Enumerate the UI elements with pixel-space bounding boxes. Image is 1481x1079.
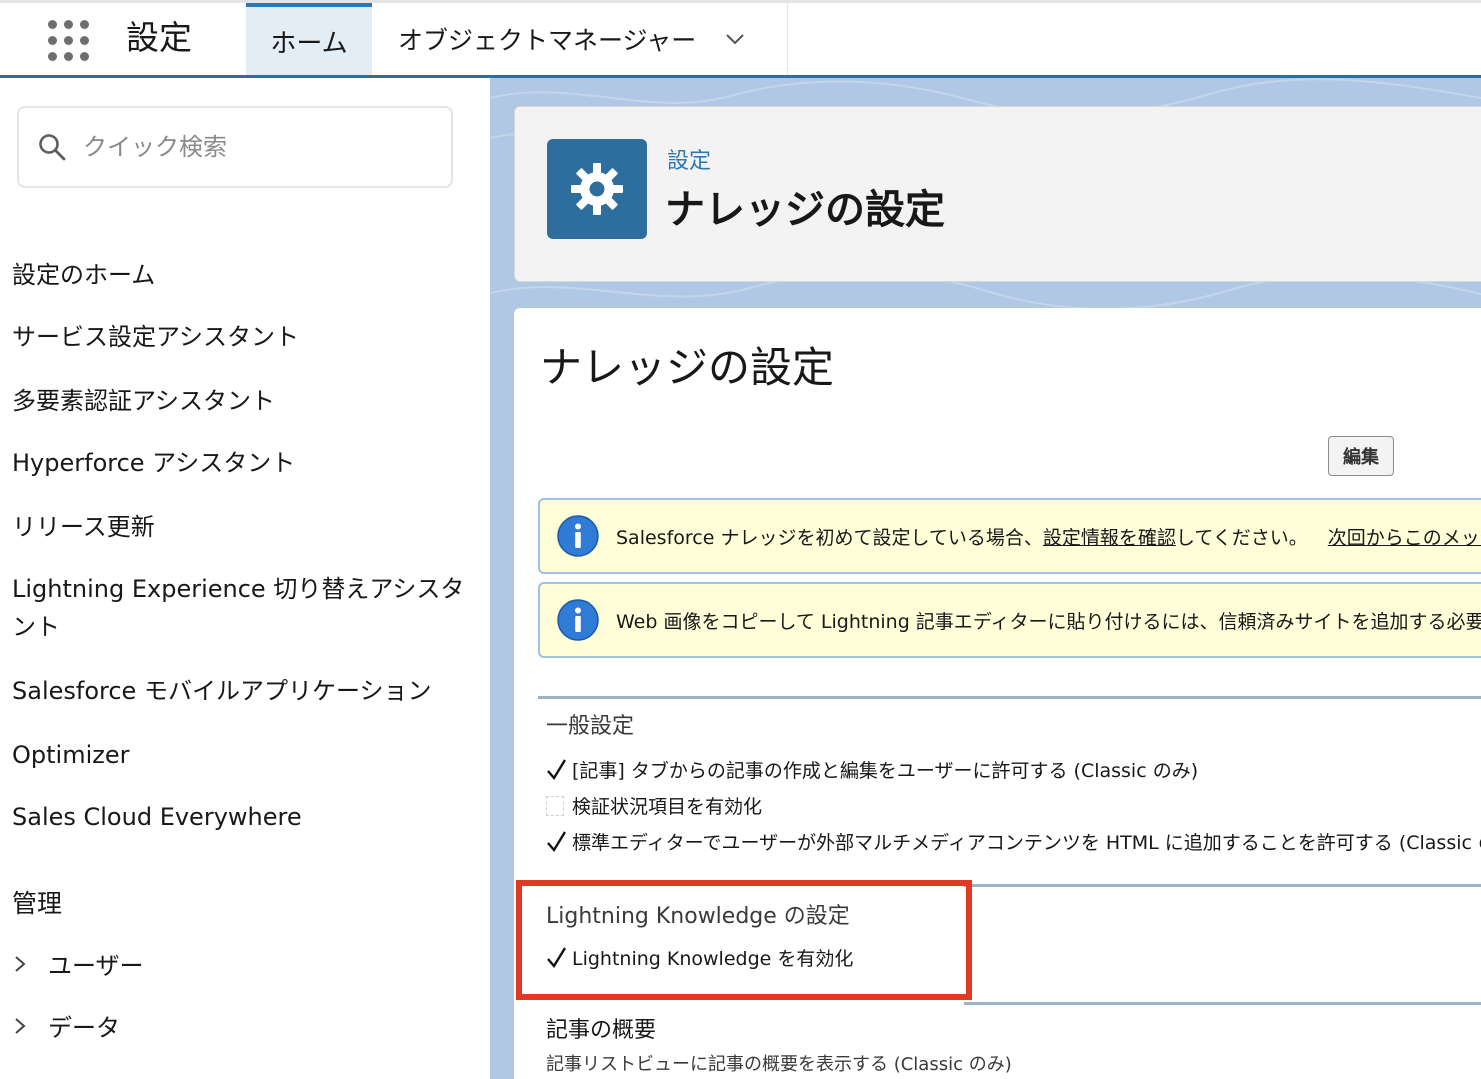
info-icon [557, 599, 599, 641]
option-external-multimedia[interactable]: 標準エディターでユーザーが外部マルチメディアコンテンツを HTML に追加するこ… [546, 828, 1481, 855]
checkmark-icon[interactable] [546, 830, 568, 854]
sidebar-item-lightning-transition[interactable]: Lightning Experience 切り替えアシスタント [12, 570, 482, 646]
page-title: ナレッジの設定 [665, 187, 945, 233]
section-divider [964, 884, 1481, 887]
option-validation-status[interactable]: 検証状況項目を有効化 [546, 792, 762, 819]
content-title: ナレッジの設定 [540, 343, 835, 392]
sidebar-item-mfa-assistant[interactable]: 多要素認証アシスタント [12, 382, 482, 420]
chevron-right-icon [15, 1017, 26, 1034]
quick-search[interactable] [17, 106, 453, 188]
sidebar-group-data[interactable]: データ [12, 1008, 120, 1043]
option-label: 標準エディターでユーザーが外部マルチメディアコンテンツを HTML に追加するこ… [572, 832, 1481, 854]
chevron-down-icon[interactable] [724, 28, 746, 50]
page-header: 設定 ナレッジの設定 [514, 106, 1481, 282]
search-icon [39, 134, 66, 161]
sidebar-group-users-label: ユーザー [48, 952, 144, 980]
section-divider [538, 696, 1481, 699]
app-title: 設定 [126, 18, 192, 57]
sidebar-item-release-updates[interactable]: リリース更新 [12, 508, 482, 546]
gear-icon [547, 139, 647, 239]
quick-search-input[interactable] [83, 133, 423, 161]
sidebar-item-mobile-app[interactable]: Salesforce モバイルアプリケーション [12, 672, 482, 710]
sidebar-item-optimizer[interactable]: Optimizer [12, 736, 482, 774]
sidebar-group-data-label: データ [48, 1014, 120, 1042]
highlight-annotation [516, 880, 972, 1000]
sidebar-item-sales-cloud-everywhere[interactable]: Sales Cloud Everywhere [12, 798, 482, 836]
sidebar-group-users[interactable]: ユーザー [12, 946, 144, 981]
option-label: [記事] タブからの記事の作成と編集をユーザーに許可する (Classic のみ… [572, 760, 1199, 782]
section-title-article-summary: 記事の概要 [546, 1018, 657, 1043]
setup-sidebar: 設定のホーム サービス設定アシスタント 多要素認証アシスタント Hyperfor… [0, 78, 490, 1079]
info-message-trusted-sites: Web 画像をコピーして Lightning 記事エディターに貼り付けるには、信… [538, 582, 1481, 658]
option-classic-article-tab[interactable]: [記事] タブからの記事の作成と編集をユーザーに許可する (Classic のみ… [546, 756, 1198, 783]
info-icon [557, 515, 599, 557]
article-summary-option: 記事リストビューに記事の概要を表示する (Classic のみ) [546, 1054, 1012, 1075]
section-title-general: 一般設定 [546, 714, 635, 739]
info-message-text: Salesforce ナレッジを初めて設定している場合、 [616, 526, 1043, 549]
tab-object-manager[interactable]: オブジェクトマネージャー [372, 3, 788, 75]
checkbox-unchecked[interactable] [546, 795, 564, 816]
review-setup-link[interactable]: 設定情報を確認 [1043, 523, 1176, 550]
edit-button[interactable]: 編集 [1328, 436, 1394, 476]
tab-object-manager-label: オブジェクトマネージャー [398, 26, 697, 55]
checkmark-icon[interactable] [546, 758, 568, 782]
dismiss-message-link[interactable]: 次回からこのメッセー [1328, 523, 1481, 550]
chevron-right-icon [15, 955, 26, 972]
info-message-text-suffix: してください。 [1175, 526, 1308, 549]
tab-home[interactable]: ホーム [246, 3, 372, 75]
sidebar-item-setup-home[interactable]: 設定のホーム [12, 256, 482, 294]
section-divider [964, 1002, 1481, 1005]
app-launcher-icon[interactable] [46, 18, 92, 64]
sidebar-item-service-setup-assistant[interactable]: サービス設定アシスタント [12, 318, 482, 356]
sidebar-item-hyperforce-assistant[interactable]: Hyperforce アシスタント [12, 444, 482, 482]
global-header: 設定 ホーム オブジェクトマネージャー [0, 0, 1481, 78]
sidebar-section-administration: 管理 [12, 889, 63, 918]
option-label: 検証状況項目を有効化 [572, 796, 763, 818]
info-message-text: Web 画像をコピーして Lightning 記事エディターに貼り付けるには、信… [616, 610, 1481, 633]
info-message-setup: Salesforce ナレッジを初めて設定している場合、 設定情報を確認 してく… [538, 498, 1481, 574]
breadcrumb[interactable]: 設定 [667, 143, 711, 175]
